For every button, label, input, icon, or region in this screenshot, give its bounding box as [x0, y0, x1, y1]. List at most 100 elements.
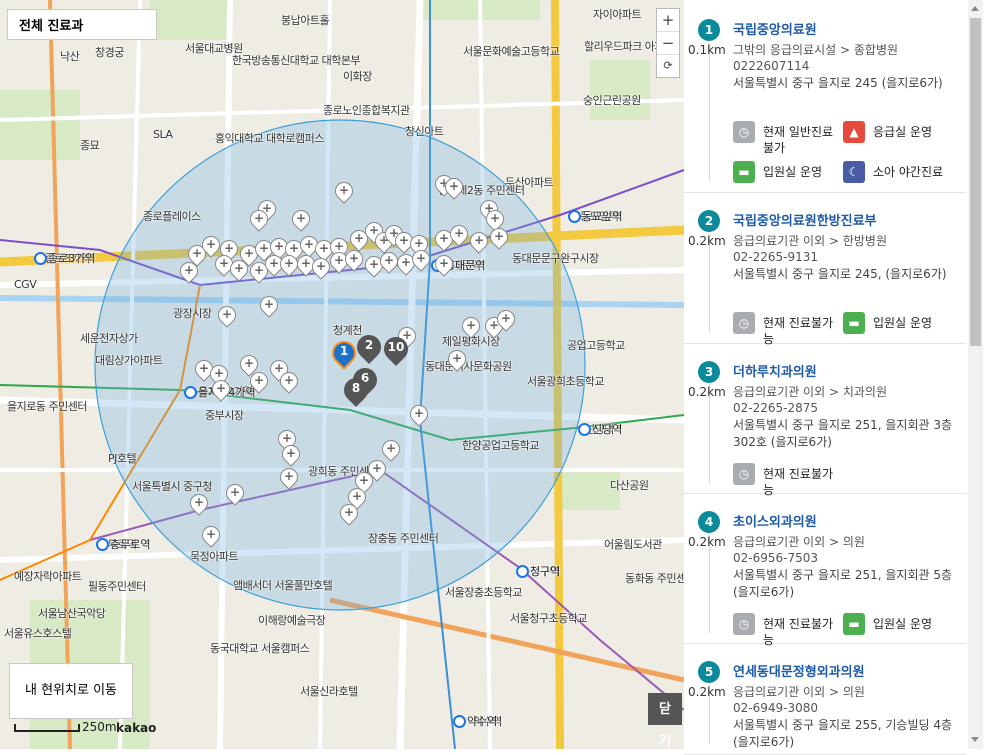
numbered-hospital-pin[interactable]: 1: [327, 336, 361, 371]
plus-icon: +: [254, 211, 265, 225]
map-label: 대림상가아파트: [95, 354, 163, 367]
hospital-pin[interactable]: +: [246, 206, 272, 232]
map-label: 낙산: [60, 50, 80, 63]
numbered-hospital-pin[interactable]: 2: [352, 330, 386, 365]
hospital-pin[interactable]: +: [308, 254, 334, 280]
plus-icon: +: [206, 527, 217, 541]
plus-icon: +: [414, 236, 425, 250]
status-text: 소아 야간진료: [873, 165, 944, 179]
hospital-pin[interactable]: +: [186, 490, 212, 516]
hospital-name-link[interactable]: 국립중앙의료원: [733, 19, 817, 38]
hospital-pin[interactable]: +: [493, 306, 519, 332]
hospital-pin[interactable]: +: [256, 292, 282, 318]
plus-icon: +: [264, 297, 275, 311]
hospital-name-link[interactable]: 더하루치과의원: [733, 361, 817, 380]
plus-icon: +: [352, 489, 363, 503]
status-text: 현재 진료불가능: [763, 316, 834, 345]
hospital-pin[interactable]: +: [378, 436, 404, 462]
hospital-category: 응급의료기관 이외 > 치과의원: [733, 385, 887, 399]
plus-icon: +: [344, 505, 355, 519]
hospital-card[interactable]: 5 0.2km 연세동대문정형외과의원 응급의료기관 이외 > 의원 02-6949-3…: [684, 644, 966, 755]
numbered-hospital-pin[interactable]: 10: [379, 332, 413, 367]
map-label: 동대문역사문화공원: [425, 360, 512, 373]
status-item: ▬ 입원실 운영: [843, 312, 951, 346]
hospital-phone[interactable]: 02-6949-3080: [733, 701, 818, 715]
hospital-card[interactable]: 3 0.2km 더하루치과의원 응급의료기관 이외 > 치과의원 02-2265-287…: [684, 344, 966, 496]
hospital-pin[interactable]: +: [246, 368, 272, 394]
plus-icon: +: [359, 473, 370, 487]
hospital-pin[interactable]: +: [406, 401, 432, 427]
status-item: ▬ 입원실 운영: [843, 613, 951, 647]
map-label: 봉납아트홀: [281, 14, 330, 27]
hospital-phone[interactable]: 0222607114: [733, 59, 809, 73]
map-scale: 250m: [14, 720, 117, 734]
plus-icon: +: [454, 226, 465, 240]
hospital-name-link[interactable]: 국립중앙의료원한방진료부: [733, 210, 877, 229]
hospital-phone[interactable]: 02-6956-7503: [733, 551, 818, 565]
plus-icon: +: [254, 263, 265, 277]
plus-icon: +: [439, 256, 450, 270]
hospital-phone[interactable]: 02-2265-2875: [733, 401, 818, 415]
department-filter-button[interactable]: 전체 진료과: [7, 9, 157, 40]
hospital-name-link[interactable]: 초이스외과의원: [733, 511, 817, 530]
map-label: 이화장: [343, 70, 372, 83]
subway-station[interactable]: 동묘앞역: [567, 208, 622, 224]
hospital-name-link[interactable]: 연세동대문정형외과의원: [733, 661, 865, 680]
hospital-pin[interactable]: +: [276, 368, 302, 394]
scrollbar-thumb[interactable]: [970, 18, 981, 346]
hospital-pin[interactable]: +: [214, 302, 240, 328]
plus-icon: +: [414, 406, 425, 420]
hospital-pin[interactable]: +: [446, 221, 472, 247]
hospital-card[interactable]: 1 0.1km 국립중앙의료원 그밖의 응급의료시설 > 종합병원 0222607114…: [684, 2, 966, 193]
hospital-pin[interactable]: +: [276, 464, 302, 490]
map-view[interactable]: 봉납아트홀 서울대교병원 한국방송통신대학교 대학본부 이화장 종로노인종합복지관 낙산 창…: [0, 0, 684, 749]
hospital-card[interactable]: 4 0.2km 초이스외과의원 응급의료기관 이외 > 의원 02-6956-7503 서…: [684, 494, 966, 647]
refresh-icon[interactable]: ⟳: [657, 55, 679, 77]
hospital-pin[interactable]: +: [288, 206, 314, 232]
subway-station[interactable]: 청구역: [515, 563, 560, 579]
map-label: 다산공원: [610, 479, 649, 492]
hospital-pin[interactable]: +: [208, 376, 234, 402]
subway-station[interactable]: 충무로역: [95, 536, 150, 552]
hospital-pin[interactable]: +: [466, 228, 492, 254]
map-label: 필동주민센터: [88, 580, 146, 593]
locate-me-button[interactable]: 내 현위치로 이동: [9, 663, 133, 719]
scrollbar[interactable]: [968, 0, 983, 749]
map-label: CGV: [14, 278, 37, 291]
status-text: 현재 진료불가능: [763, 467, 834, 496]
hospital-pin[interactable]: +: [458, 313, 484, 339]
hospital-pin[interactable]: +: [276, 251, 302, 277]
hospital-pin[interactable]: +: [222, 480, 248, 506]
map-label: 자이아파트: [593, 8, 642, 21]
plus-icon: +: [269, 256, 280, 270]
hospital-card[interactable]: 2 0.2km 국립중앙의료원한방진료부 응급의료기관 이외 > 한방병원 02-226…: [684, 193, 966, 346]
subway-station[interactable]: 신당역: [577, 421, 622, 437]
hospital-pin[interactable]: +: [408, 246, 434, 272]
plus-icon: +: [349, 251, 360, 265]
hospital-pin[interactable]: +: [198, 522, 224, 548]
hospital-pin[interactable]: +: [278, 441, 304, 467]
zoom-in-button[interactable]: +: [657, 9, 679, 32]
hospital-pin[interactable]: +: [486, 224, 512, 250]
scroll-down-icon[interactable]: [971, 737, 979, 742]
map-label: 서울신라호텔: [300, 685, 358, 698]
zoom-control: + − ⟳: [656, 8, 680, 78]
hospital-pin[interactable]: +: [431, 251, 457, 277]
hospital-pin[interactable]: +: [226, 256, 252, 282]
hospital-pin[interactable]: +: [331, 178, 357, 204]
hospital-category: 그밖의 응급의료시설 > 종합병원: [733, 43, 899, 57]
hospital-pin[interactable]: +: [336, 500, 362, 526]
zoom-out-button[interactable]: −: [657, 32, 679, 55]
hospital-pin[interactable]: +: [441, 174, 467, 200]
numbered-hospital-pin[interactable]: 8: [339, 373, 373, 408]
close-button[interactable]: 닫기: [648, 693, 682, 749]
bed-icon: ▬: [733, 161, 755, 183]
hospital-phone[interactable]: 02-2265-9131: [733, 250, 818, 264]
result-number-badge: 4: [698, 511, 720, 533]
hospital-pin[interactable]: +: [341, 246, 367, 272]
scroll-up-icon[interactable]: [971, 6, 979, 11]
subway-station[interactable]: 종로3가역: [33, 250, 95, 266]
hospital-pin[interactable]: +: [376, 248, 402, 274]
hospital-pin[interactable]: +: [444, 346, 470, 372]
subway-station[interactable]: 약수역: [452, 713, 497, 729]
